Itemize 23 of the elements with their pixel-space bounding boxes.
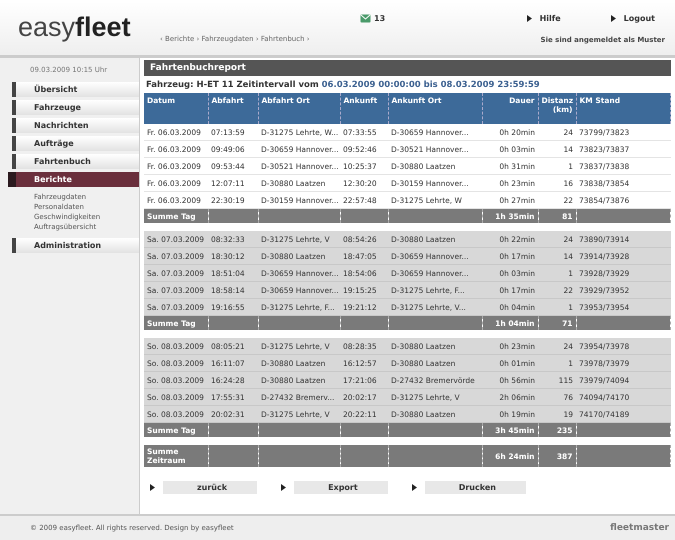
- arrow-icon: [526, 15, 532, 22]
- menu-item[interactable]: Aufträge: [12, 136, 139, 151]
- menu-item[interactable]: Übersicht: [12, 82, 139, 97]
- message-count: 13: [374, 14, 386, 23]
- message-icon[interactable]: [360, 14, 371, 23]
- arrow-icon: [281, 484, 286, 491]
- action-link[interactable]: zurück: [163, 481, 258, 494]
- menu-item[interactable]: Fahrzeuge: [12, 100, 139, 115]
- arrow-icon: [610, 15, 616, 22]
- report-heading: Fahrzeug: H-ET 11 Zeitintervall vom 06.03.2009 00:00:00 bis 08.03.2009 23:59:59: [145, 79, 541, 92]
- menu-item[interactable]: Nachrichten: [12, 118, 139, 133]
- menu-item[interactable]: Fahrtenbuch: [12, 154, 139, 169]
- header-link[interactable]: Hilfe: [540, 14, 561, 23]
- action-link[interactable]: Export: [294, 481, 388, 494]
- arrow-icon: [150, 484, 155, 491]
- brand-logo: fleetmaster: [610, 523, 669, 533]
- panel-title: Fahrtenbuchreport: [144, 60, 671, 76]
- menu-item[interactable]: Administration: [12, 238, 139, 253]
- menu-item[interactable]: Berichte: [8, 172, 139, 187]
- action-link[interactable]: Drucken: [424, 481, 526, 494]
- easyfleet-logo: easyfleet: [18, 14, 132, 41]
- arrow-icon: [412, 484, 417, 491]
- header-link[interactable]: Logout: [624, 14, 655, 23]
